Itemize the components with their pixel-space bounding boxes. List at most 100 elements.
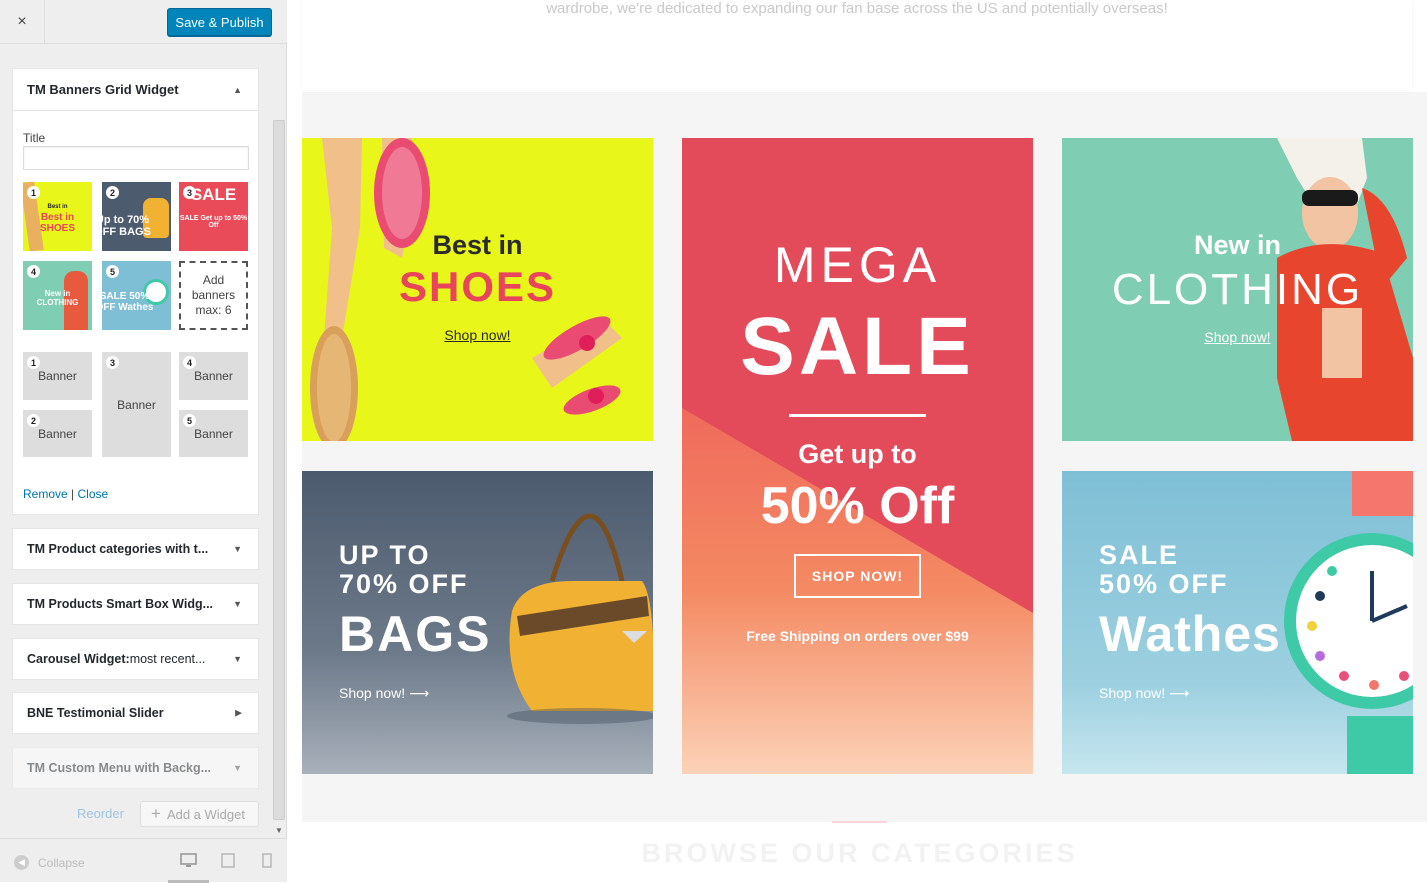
bags-line1: UP TO	[339, 540, 431, 570]
slot-number: 4	[183, 356, 196, 369]
banner-slot-3[interactable]: 3 Banner	[102, 352, 171, 457]
widget-subtitle: most recent...	[129, 652, 206, 666]
thumb-text: SALE 50% OFF Wathes	[102, 291, 154, 313]
bags-text-block: UP TO 70% OFF BAGS Shop now! ⟶	[339, 541, 491, 702]
sale-line1: MEGA	[773, 237, 942, 293]
close-customizer-button[interactable]: ×	[0, 0, 45, 44]
links-separator: |	[71, 487, 75, 501]
banner-slot-1[interactable]: 1 Banner	[23, 352, 92, 400]
thumb-text: Best in SHOES	[39, 212, 75, 234]
expand-arrow-icon[interactable]: ▼	[233, 763, 242, 773]
shoes-line1: Best in	[432, 230, 523, 260]
remove-link[interactable]: Remove	[23, 487, 68, 501]
watches-text-block: SALE 50% OFF Wathes Shop now! ⟶	[1099, 541, 1281, 702]
expand-arrow-icon[interactable]: ▶	[235, 708, 242, 719]
banner-slot-2[interactable]: 2 Banner	[23, 410, 92, 457]
watches-line3: Wathes	[1099, 606, 1281, 662]
widget-actions: Remove | Close	[23, 487, 108, 501]
slot-label: Banner	[38, 426, 77, 441]
banner-thumb-bags[interactable]: Up to 70% OFF BAGS 2	[102, 182, 171, 251]
widget-banners-grid: TM Banners Grid Widget ▲ Title Best in B…	[12, 68, 259, 515]
clothing-cta[interactable]: Shop now!	[1062, 329, 1413, 345]
expand-arrow-icon[interactable]: ▼	[233, 544, 242, 554]
title-input[interactable]	[23, 146, 249, 170]
sale-text-block: MEGA SALE Get up to 50% Off SHOP NOW! Fr…	[682, 238, 1033, 644]
sale-shop-now-button[interactable]: SHOP NOW!	[793, 554, 922, 598]
intro-section: wardrobe, we're dedicated to expanding o…	[302, 0, 1412, 90]
banner-slot-5[interactable]: 5 Banner	[179, 410, 248, 457]
thumb-number: 2	[106, 186, 119, 199]
thumb-number: 1	[27, 186, 40, 199]
bags-line2: 70% OFF	[339, 569, 469, 599]
close-link[interactable]: Close	[78, 487, 109, 501]
clothing-line1: New in	[1193, 230, 1281, 260]
reorder-link[interactable]: Reorder	[77, 806, 124, 821]
tablet-icon[interactable]	[221, 853, 235, 871]
banner-thumb-watches[interactable]: SALE 50% OFF Wathes 5	[102, 261, 171, 330]
customizer-sidebar: × Save & Publish ▲ ▼ TM Banners Grid Wid…	[0, 0, 287, 883]
scroll-down-icon[interactable]: ▼	[273, 826, 285, 835]
widget-carousel[interactable]: Carousel Widget: most recent... ▼	[12, 638, 259, 680]
watches-cta-label: Shop now!	[1099, 685, 1166, 701]
thumb-text-small: Best in	[47, 204, 68, 210]
widget-custom-menu[interactable]: TM Custom Menu with Backg... ▼	[12, 747, 259, 789]
banner-shoes[interactable]: Best in SHOES Shop now!	[302, 138, 653, 441]
collapse-arrow-icon[interactable]: ▲	[233, 85, 242, 95]
arrow-right-icon: ⟶	[1169, 685, 1190, 701]
collapse-button[interactable]: ◀ Collapse	[14, 855, 85, 870]
widget-testimonial-slider[interactable]: BNE Testimonial Slider ▶	[12, 692, 259, 734]
sale-line3: Get up to	[798, 439, 917, 469]
browse-categories-heading: BROWSE OUR CATEGORIES	[641, 838, 1078, 868]
bags-cta[interactable]: Shop now! ⟶	[339, 685, 491, 702]
widget-name: TM Custom Menu with Backg...	[27, 761, 212, 775]
sidebar-scroll-thumb[interactable]	[273, 120, 285, 820]
shoes-cta[interactable]: Shop now!	[302, 327, 653, 343]
slot-label: Banner	[194, 426, 233, 441]
banner-thumb-shoes[interactable]: Best in Best in SHOES 1	[23, 182, 92, 251]
watches-cta[interactable]: Shop now! ⟶	[1099, 685, 1281, 702]
site-preview: wardrobe, we're dedicated to expanding o…	[287, 0, 1427, 882]
collapse-arrow-icon: ◀	[14, 855, 29, 870]
expand-arrow-icon[interactable]: ▼	[233, 654, 242, 664]
mobile-icon[interactable]	[262, 853, 272, 871]
widget-product-categories[interactable]: TM Product categories with t... ▼	[12, 528, 259, 570]
banner-slot-4[interactable]: 4 Banner	[179, 352, 248, 400]
sale-note: Free Shipping on orders over $99	[746, 628, 969, 644]
banner-thumb-sale[interactable]: SALE SALE Get up to 50% Off 3	[179, 182, 248, 251]
browse-divider	[832, 821, 887, 823]
desktop-icon[interactable]	[180, 853, 197, 871]
banner-clothing[interactable]: New in CLOTHING Shop now!	[1062, 138, 1413, 441]
bags-cta-label: Shop now!	[339, 685, 406, 701]
widget-title-bar[interactable]: TM Banners Grid Widget ▲	[13, 69, 258, 111]
watches-line2: 50% OFF	[1099, 569, 1229, 599]
slot-number: 2	[27, 414, 40, 427]
thumb-number: 5	[106, 265, 119, 278]
expand-arrow-icon[interactable]: ▼	[233, 599, 242, 609]
collapse-label: Collapse	[38, 855, 85, 870]
clothing-text-block: New in CLOTHING Shop now!	[1062, 230, 1413, 345]
title-field-label: Title	[23, 131, 46, 145]
customizer-header: × Save & Publish	[0, 0, 287, 44]
customizer-footer: ◀ Collapse	[0, 838, 287, 883]
sale-divider	[789, 414, 926, 417]
slot-label: Banner	[38, 369, 77, 383]
watches-line1: SALE	[1099, 540, 1180, 570]
banner-watches[interactable]: SALE 50% OFF Wathes Shop now! ⟶	[1062, 471, 1413, 774]
widget-title: TM Banners Grid Widget	[27, 82, 179, 97]
banner-bags[interactable]: UP TO 70% OFF BAGS Shop now! ⟶	[302, 471, 653, 774]
add-banner-button[interactable]: Add banners max: 6	[179, 261, 248, 330]
arrow-right-icon: ⟶	[409, 685, 430, 701]
intro-text: wardrobe, we're dedicated to expanding o…	[546, 0, 1168, 17]
widget-name: BNE Testimonial Slider	[27, 706, 164, 720]
shoes-line2: SHOES	[398, 263, 557, 310]
widget-products-smart-box[interactable]: TM Products Smart Box Widg... ▼	[12, 583, 259, 625]
banner-mega-sale[interactable]: MEGA SALE Get up to 50% Off SHOP NOW! Fr…	[682, 138, 1033, 774]
widget-name: TM Product categories with t...	[27, 542, 209, 556]
slot-label: Banner	[117, 397, 156, 412]
widget-name: TM Products Smart Box Widg...	[27, 597, 214, 611]
thumb-number: 3	[183, 186, 196, 199]
banner-thumb-clothing[interactable]: New in CLOTHING 4	[23, 261, 92, 330]
thumb-text: New in CLOTHING	[36, 289, 79, 307]
save-publish-button[interactable]: Save & Publish	[167, 8, 272, 36]
add-widget-button[interactable]: + Add a Widget	[140, 801, 259, 827]
